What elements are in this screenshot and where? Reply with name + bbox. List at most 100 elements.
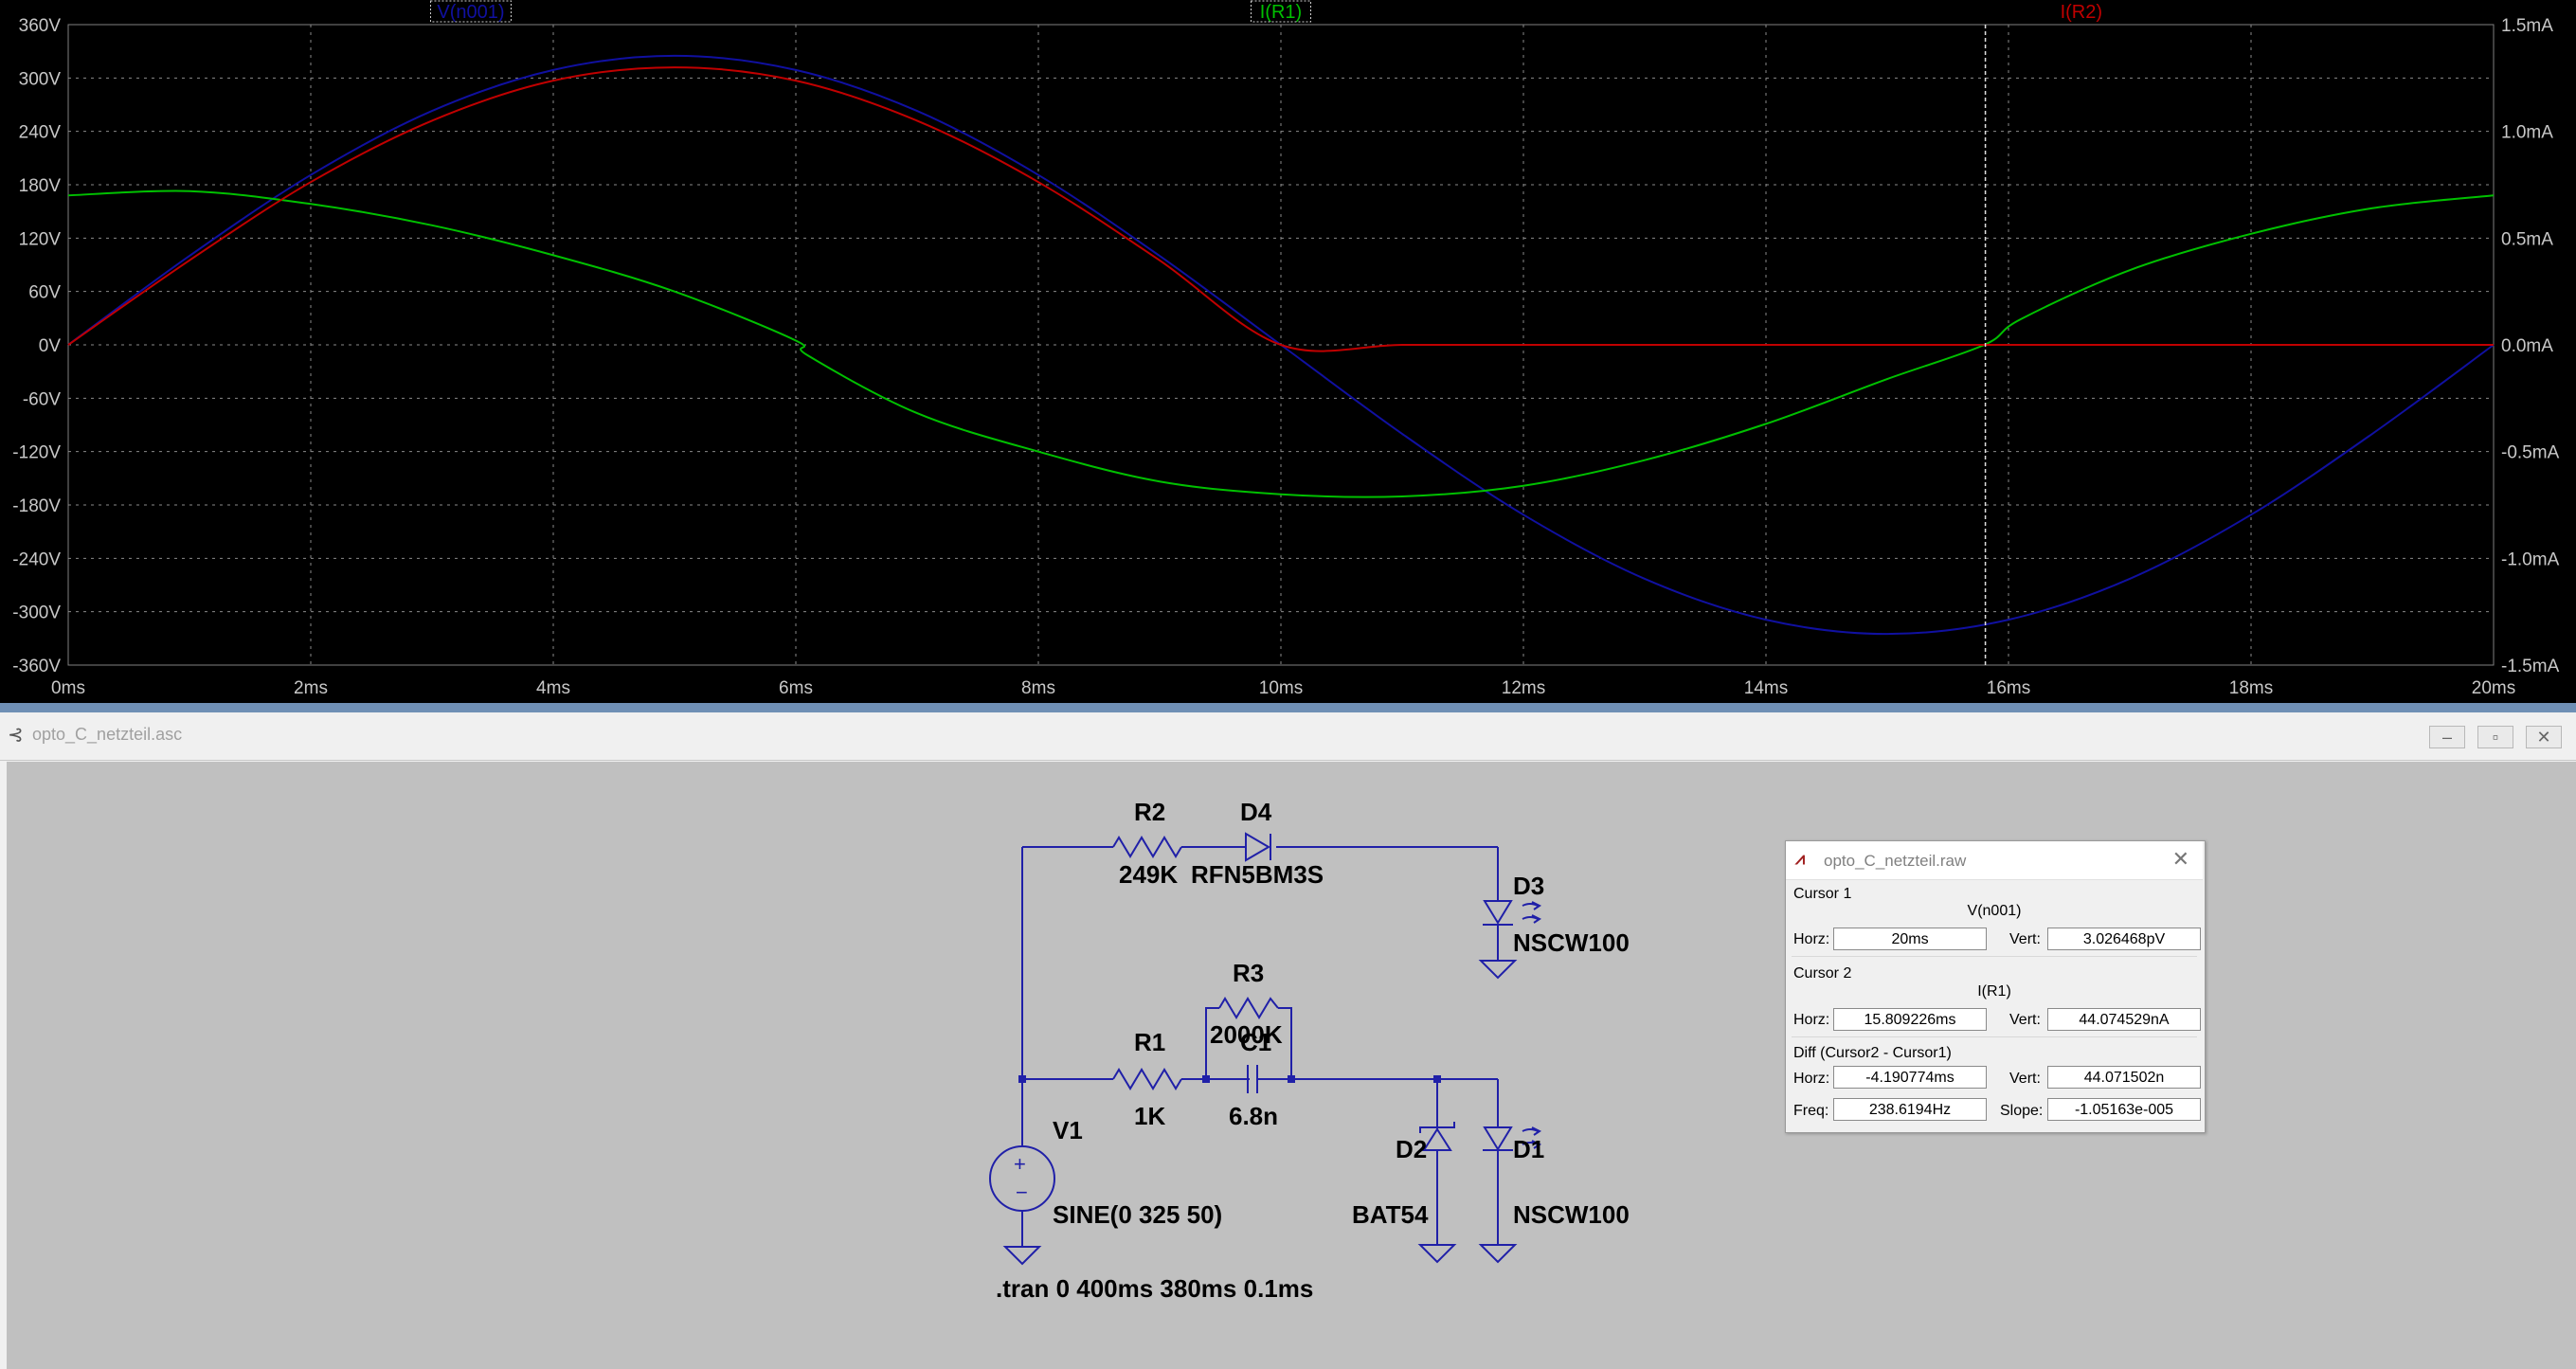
c1-value: 6.8n xyxy=(1229,1102,1278,1130)
minimize-button[interactable]: – xyxy=(2429,726,2465,748)
pane-splitter[interactable] xyxy=(0,703,2576,712)
x-tick-label: 8ms xyxy=(1021,678,1055,698)
diff-slope-field[interactable]: -1.05163e-005 xyxy=(2047,1098,2201,1121)
resistor-r1[interactable]: R1 1K xyxy=(1112,1028,1182,1130)
cursor1-horz-field[interactable]: 20ms xyxy=(1833,928,1987,950)
maximize-button[interactable]: ▫ xyxy=(2477,726,2513,748)
close-button[interactable]: ✕ xyxy=(2526,726,2562,748)
y-left-tick-label: -360V xyxy=(12,657,61,676)
y-left-tick-label: 0V xyxy=(39,336,62,356)
cursor2-label: Cursor 2 xyxy=(1793,965,1852,982)
trace-label: I(R2) xyxy=(2061,2,2102,23)
ltspice-icon: ⩘ xyxy=(1795,849,1806,868)
diff-slope-label: Slope: xyxy=(2000,1103,2044,1119)
svg-text:−: − xyxy=(1016,1180,1028,1204)
led-d3[interactable]: D3 NSCW100 xyxy=(1483,872,1630,957)
y-right-tick-label: 1.5mA xyxy=(2501,16,2553,36)
d4-value: RFN5BM3S xyxy=(1191,860,1324,889)
diff-freq-field[interactable]: 238.6194Hz xyxy=(1833,1098,1987,1121)
d1-name: D1 xyxy=(1513,1135,1544,1163)
cursor1-vert-label: Vert: xyxy=(2009,931,2041,947)
sim-directive[interactable]: .tran 0 400ms 380ms 0.1ms xyxy=(996,1274,1313,1303)
cursor1-trace: V(n001) xyxy=(1967,903,2022,919)
diode-d2[interactable]: D2 BAT54 xyxy=(1352,1122,1455,1229)
plot-canvas[interactable]: 0ms 2ms 4ms 6ms 8ms 10ms 12ms 14ms 16ms 18ms 20ms 3… xyxy=(0,0,2576,703)
d2-name: D2 xyxy=(1396,1135,1427,1163)
diff-vert-field[interactable]: 44.071502n xyxy=(2047,1066,2201,1089)
y-left-tick-label: 180V xyxy=(19,176,62,196)
y-left-tick-label: 300V xyxy=(19,69,62,89)
y-left-tick-label: 360V xyxy=(19,16,62,36)
cursor2-trace: I(R1) xyxy=(1977,983,2011,1000)
x-tick-label: 0ms xyxy=(51,678,85,698)
trace-label: I(R1) xyxy=(1260,2,1302,23)
cursor-dialog-title: opto_C_netzteil.raw xyxy=(1824,852,1967,870)
y-left-tick-label: 240V xyxy=(19,123,62,143)
x-tick-label: 12ms xyxy=(1502,678,1545,698)
v1-name: V1 xyxy=(1053,1116,1083,1144)
schematic-titlebar[interactable]: ⊰ opto_C_netzteil.asc – ▫ ✕ xyxy=(0,712,2576,761)
x-tick-label: 2ms xyxy=(294,678,328,698)
x-tick-label: 16ms xyxy=(1987,678,2030,698)
y-left-tick-label: 60V xyxy=(28,283,61,303)
schematic-window-title: opto_C_netzteil.asc xyxy=(32,725,183,744)
v1-value: SINE(0 325 50) xyxy=(1053,1200,1222,1229)
ground-v1 xyxy=(1002,1246,1042,1266)
r3-name: R3 xyxy=(1233,959,1264,987)
schematic-app-icon: ⊰ xyxy=(8,725,24,746)
cursor1-label: Cursor 1 xyxy=(1793,886,1852,902)
x-tick-label: 4ms xyxy=(536,678,570,698)
cursor-dialog-titlebar[interactable]: ⩘ opto_C_netzteil.raw ✕ xyxy=(1786,841,2203,880)
d4-name: D4 xyxy=(1240,798,1272,826)
waveform-plot[interactable]: 0ms 2ms 4ms 6ms 8ms 10ms 12ms 14ms 16ms 18ms 20ms 3… xyxy=(0,0,2576,703)
y-left-tick-label: -300V xyxy=(12,603,61,623)
r2-value: 249K xyxy=(1119,860,1178,889)
diff-horz-label: Horz: xyxy=(1793,1071,1830,1087)
ground-d1 xyxy=(1478,1244,1518,1264)
y-left-tick-label: -180V xyxy=(12,496,61,516)
y-right-tick-label: -1.0mA xyxy=(2501,549,2560,569)
voltage-source-v1[interactable]: + − V1 SINE(0 325 50) xyxy=(989,1116,1222,1229)
d3-value: NSCW100 xyxy=(1513,928,1630,957)
ground-d3 xyxy=(1478,960,1518,980)
d2-value: BAT54 xyxy=(1352,1200,1429,1229)
r1-value: 1K xyxy=(1134,1102,1165,1130)
y-left-tick-label: -60V xyxy=(23,389,61,409)
ground-d2 xyxy=(1417,1244,1457,1264)
x-tick-label: 6ms xyxy=(779,678,813,698)
diff-label: Diff (Cursor2 - Cursor1) xyxy=(1793,1045,1952,1061)
x-tick-label: 10ms xyxy=(1259,678,1303,698)
diff-vert-label: Vert: xyxy=(2009,1071,2041,1087)
svg-text:+: + xyxy=(1014,1152,1026,1176)
cursor-dialog[interactable]: ⩘ opto_C_netzteil.raw ✕ Cursor 1 V(n001)… xyxy=(1785,840,2206,1133)
x-tick-label: 20ms xyxy=(2472,678,2515,698)
cursor2-horz-label: Horz: xyxy=(1793,1012,1830,1028)
y-right-tick-label: -0.5mA xyxy=(2501,443,2560,463)
y-right-tick-label: 1.0mA xyxy=(2501,123,2553,143)
r1-name: R1 xyxy=(1134,1028,1165,1056)
y-right-tick-label: 0.0mA xyxy=(2501,336,2553,356)
c1-name: C1 xyxy=(1240,1028,1271,1056)
y-left-tick-label: -120V xyxy=(12,443,61,463)
x-tick-label: 18ms xyxy=(2229,678,2273,698)
cursor2-horz-field[interactable]: 15.809226ms xyxy=(1833,1008,1987,1031)
y-right-tick-label: 0.5mA xyxy=(2501,229,2553,249)
d3-name: D3 xyxy=(1513,872,1544,900)
trace-label: V(n001) xyxy=(437,2,504,23)
r2-name: R2 xyxy=(1134,798,1165,826)
resistor-r2[interactable]: R2 249K xyxy=(1112,798,1182,889)
diff-horz-field[interactable]: -4.190774ms xyxy=(1833,1066,1987,1089)
y-right-tick-label: -1.5mA xyxy=(2501,657,2560,676)
cursor1-horz-label: Horz: xyxy=(1793,931,1830,947)
cursor2-vert-field[interactable]: 44.074529nA xyxy=(2047,1008,2201,1031)
x-tick-label: 14ms xyxy=(1744,678,1788,698)
close-icon[interactable]: ✕ xyxy=(2172,847,2189,872)
cursor2-vert-label: Vert: xyxy=(2009,1012,2041,1028)
cursor1-vert-field[interactable]: 3.026468pV xyxy=(2047,928,2201,950)
y-left-tick-label: 120V xyxy=(19,229,62,249)
diff-freq-label: Freq: xyxy=(1793,1103,1829,1119)
led-d1[interactable]: D1 NSCW100 xyxy=(1483,1126,1630,1229)
diode-d4[interactable]: D4 RFN5BM3S xyxy=(1191,798,1324,889)
divider xyxy=(1792,956,2197,957)
divider xyxy=(1792,1036,2197,1037)
